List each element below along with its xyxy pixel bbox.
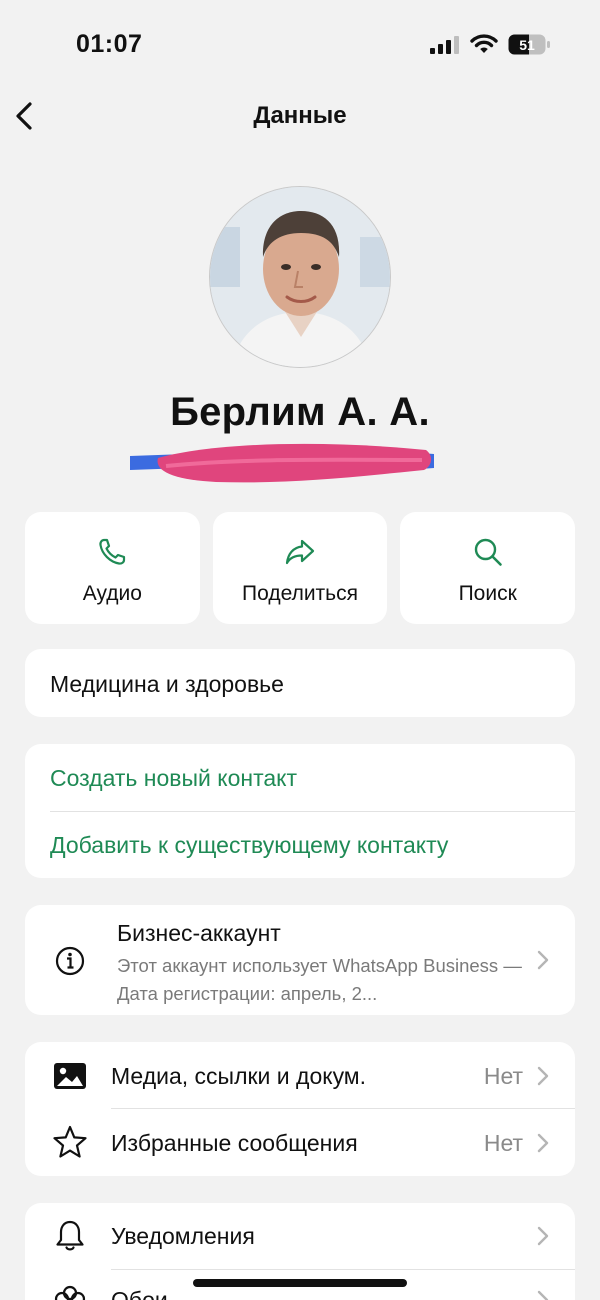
status-bar: 01:07 51 <box>0 0 600 90</box>
battery-icon: 51 <box>508 34 550 55</box>
media-card: Медиа, ссылки и докум. Нет Избранные соо… <box>25 1042 575 1176</box>
audio-label: Аудио <box>82 582 142 605</box>
phone-icon <box>99 538 126 565</box>
business-category-card: Медицина и здоровье <box>25 649 575 717</box>
chevron-right-icon <box>537 1290 549 1300</box>
avatar-portrait-image <box>210 187 390 367</box>
business-account-title: Бизнес-аккаунт <box>117 920 281 946</box>
chevron-right-icon <box>537 1226 549 1246</box>
wifi-icon <box>470 34 498 53</box>
starred-messages-label: Избранные сообщения <box>111 1130 358 1156</box>
wallpaper-label: Обои <box>111 1287 168 1300</box>
add-to-existing-contact-link[interactable]: Добавить к существующему контакту <box>50 832 448 859</box>
audio-call-button[interactable]: Аудио <box>25 512 200 624</box>
home-indicator[interactable] <box>193 1279 407 1287</box>
status-time: 01:07 <box>76 30 143 58</box>
nav-bar: Данные <box>0 88 600 144</box>
battery-level: 51 <box>519 37 535 53</box>
search-label: Поиск <box>458 582 517 605</box>
share-icon <box>285 539 315 565</box>
business-account-description: Этот аккаунт использует WhatsApp Busines… <box>117 955 522 1004</box>
cellular-signal-icon <box>430 36 459 54</box>
flower-icon <box>54 1285 86 1300</box>
star-icon <box>53 1125 87 1158</box>
search-button[interactable]: Поиск <box>400 512 576 624</box>
chevron-right-icon <box>537 1133 549 1153</box>
business-category: Медицина и здоровье <box>50 671 284 697</box>
share-label: Поделиться <box>242 582 358 605</box>
divider <box>111 1108 575 1109</box>
media-links-docs-label: Медиа, ссылки и докум. <box>111 1063 367 1089</box>
avatar[interactable] <box>209 186 391 368</box>
contact-name: Берлим А. А. <box>170 390 430 434</box>
starred-count-value: Нет <box>483 1130 523 1156</box>
page-title: Данные <box>253 102 347 129</box>
redaction-scribble <box>130 443 434 483</box>
business-account-row[interactable]: Бизнес-аккаунт Этот аккаунт использует W… <box>25 905 575 1015</box>
share-button[interactable]: Поделиться <box>212 512 388 624</box>
divider <box>111 1269 575 1270</box>
chevron-right-icon <box>537 950 549 970</box>
image-icon <box>54 1063 86 1089</box>
bell-icon <box>56 1220 84 1251</box>
media-count-value: Нет <box>483 1063 523 1089</box>
info-icon <box>55 946 85 976</box>
action-row: Аудио Поделиться Поиск <box>25 512 576 624</box>
search-icon <box>474 538 502 566</box>
create-contact-link[interactable]: Создать новый контакт <box>50 765 297 792</box>
notifications-label: Уведомления <box>111 1223 255 1249</box>
divider <box>50 811 575 812</box>
chevron-right-icon <box>537 1066 549 1086</box>
contact-actions-card: Создать новый контакт Добавить к существ… <box>25 744 575 878</box>
